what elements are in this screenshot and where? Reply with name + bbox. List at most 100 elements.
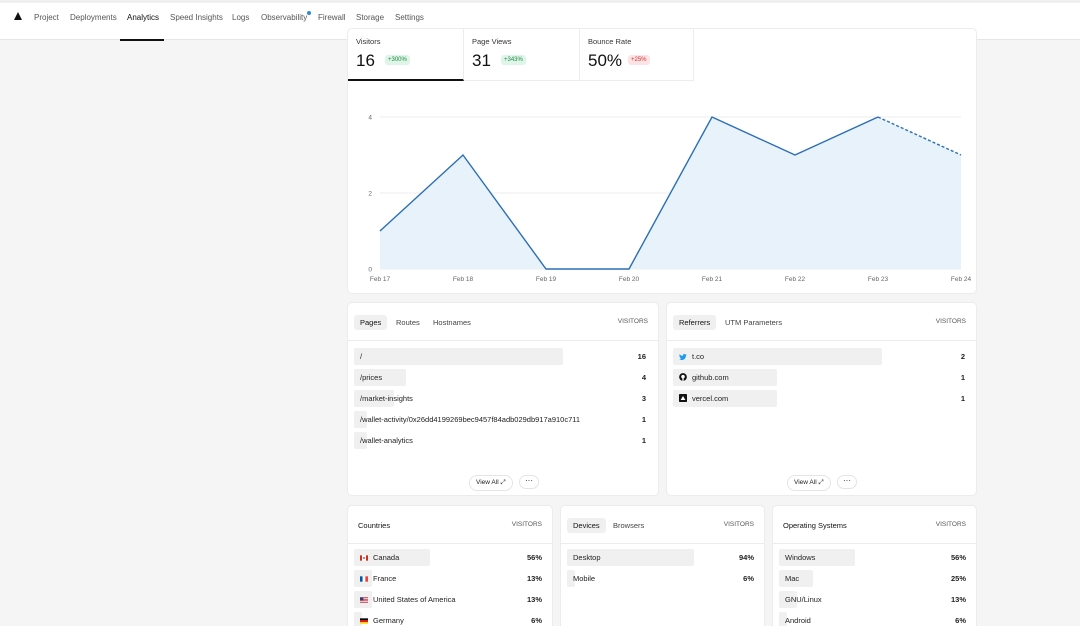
row-bar xyxy=(354,348,563,365)
column-header-visitors: VISITORS xyxy=(935,521,966,528)
row-value: 3 xyxy=(641,394,646,403)
list-item[interactable]: github.com 1 xyxy=(673,369,971,386)
row-value: 25% xyxy=(950,574,966,583)
row-value: 13% xyxy=(950,595,966,604)
row-label: Mac xyxy=(785,574,800,583)
vercel-logo-icon[interactable] xyxy=(14,12,22,20)
tab-routes[interactable]: Routes xyxy=(390,315,426,330)
tab-referrers[interactable]: Referrers xyxy=(673,315,717,330)
new-indicator-dot xyxy=(307,11,311,15)
row-label: / xyxy=(360,352,363,361)
column-header-visitors: VISITORS xyxy=(511,521,542,528)
more-options-button[interactable]: ··· xyxy=(837,475,857,489)
row-label-text: t.co xyxy=(692,352,705,361)
view-all-label: View All xyxy=(794,479,817,486)
list-item[interactable]: Canada 56% xyxy=(354,549,548,566)
x-tick-label: Feb 21 xyxy=(702,276,723,283)
view-all-label: View All xyxy=(476,479,499,486)
list-item[interactable]: Mac 25% xyxy=(779,570,972,587)
list-item[interactable]: / 16 xyxy=(354,348,652,365)
list-item[interactable]: /prices 4 xyxy=(354,369,652,386)
row-label: France xyxy=(360,574,396,583)
stat-value: 31 xyxy=(472,51,491,70)
row-label: /wallet-analytics xyxy=(360,436,413,445)
stat-visitors[interactable]: Visitors 16 +300% xyxy=(348,29,464,81)
row-label: /prices xyxy=(360,373,383,382)
row-value: 56% xyxy=(526,553,542,562)
row-label: Desktop xyxy=(573,553,601,562)
active-tab-indicator xyxy=(120,39,164,41)
list-item[interactable]: /wallet-analytics 1 xyxy=(354,432,652,449)
tab-project[interactable]: Project xyxy=(34,13,59,22)
row-value: 4 xyxy=(641,373,646,382)
stat-change-badge: +300% xyxy=(385,55,410,65)
list-item[interactable]: Germany 6% xyxy=(354,612,548,626)
row-label: Canada xyxy=(360,553,399,562)
tab-logs[interactable]: Logs xyxy=(232,13,249,22)
stat-page-views[interactable]: Page Views 31 +343% xyxy=(464,29,580,81)
tab-deployments[interactable]: Deployments xyxy=(70,13,117,22)
row-value: 6% xyxy=(955,616,966,625)
more-options-button[interactable]: ··· xyxy=(519,475,539,489)
stat-change-badge: +25% xyxy=(628,55,650,65)
list-item[interactable]: vercel.com 1 xyxy=(673,390,971,407)
devices-card-header: Devices Browsers VISITORS xyxy=(561,506,764,544)
operating-systems-card: Operating Systems VISITORS Windows 56% M… xyxy=(772,505,977,626)
list-item[interactable]: Mobile 6% xyxy=(567,570,760,587)
tab-browsers[interactable]: Browsers xyxy=(607,518,650,533)
tab-speed-insights[interactable]: Speed Insights xyxy=(170,13,223,22)
list-item[interactable]: /market-insights 3 xyxy=(354,390,652,407)
tab-firewall[interactable]: Firewall xyxy=(318,13,346,22)
row-label: GNU/Linux xyxy=(785,595,822,604)
analytics-chart-card: Visitors 16 +300% Page Views 31 +343% Bo… xyxy=(347,28,977,294)
row-label: Android xyxy=(785,616,811,625)
x-tick-label: Feb 22 xyxy=(785,276,806,283)
stat-value: 50% xyxy=(588,51,623,70)
referrers-card-header: Referrers UTM Parameters VISITORS xyxy=(667,303,976,341)
tab-observability[interactable]: Observability xyxy=(261,13,307,22)
x-tick-label: Feb 18 xyxy=(453,276,474,283)
column-header-visitors: VISITORS xyxy=(723,521,754,528)
row-value: 6% xyxy=(743,574,754,583)
tab-utm-parameters[interactable]: UTM Parameters xyxy=(719,315,788,330)
tab-hostnames[interactable]: Hostnames xyxy=(427,315,477,330)
row-label-text: vercel.com xyxy=(692,394,729,403)
row-bar xyxy=(673,348,882,365)
list-item[interactable]: /wallet-activity/0x26dd4199269bec9457f84… xyxy=(354,411,652,428)
tab-storage[interactable]: Storage xyxy=(356,13,384,22)
row-label-text: United States of America xyxy=(373,595,456,604)
row-label: United States of America xyxy=(360,595,456,604)
x-tick-label: Feb 17 xyxy=(370,276,391,283)
list-item[interactable]: Windows 56% xyxy=(779,549,972,566)
countries-card: Countries VISITORS Canada 56% France 13%… xyxy=(347,505,553,626)
row-label: /market-insights xyxy=(360,394,413,403)
list-item[interactable]: France 13% xyxy=(354,570,548,587)
france-flag-icon xyxy=(360,576,368,582)
list-item[interactable]: United States of America 13% xyxy=(354,591,548,608)
tab-settings[interactable]: Settings xyxy=(395,13,424,22)
x-tick-label: Feb 24 xyxy=(951,276,972,283)
x-tick-label: Feb 19 xyxy=(536,276,557,283)
tab-devices[interactable]: Devices xyxy=(567,518,606,533)
y-tick-label: 0 xyxy=(368,267,372,274)
list-item[interactable]: t.co 2 xyxy=(673,348,971,365)
row-value: 13% xyxy=(526,574,542,583)
list-item[interactable]: GNU/Linux 13% xyxy=(779,591,972,608)
tab-analytics[interactable]: Analytics xyxy=(127,13,159,22)
list-item[interactable]: Android 6% xyxy=(779,612,972,626)
row-label-text: github.com xyxy=(692,373,729,382)
row-label: Windows xyxy=(785,553,816,562)
view-all-button[interactable]: View All ⤢ xyxy=(787,475,831,491)
row-value: 2 xyxy=(960,352,965,361)
row-label-text: France xyxy=(373,574,397,583)
stat-bounce-rate[interactable]: Bounce Rate 50% +25% xyxy=(580,29,694,81)
usa-flag-icon xyxy=(360,597,368,603)
stat-change-badge: +343% xyxy=(501,55,526,65)
devices-card: Devices Browsers VISITORS Desktop 94% Mo… xyxy=(560,505,765,626)
x-tick-label: Feb 23 xyxy=(868,276,889,283)
os-title: Operating Systems xyxy=(783,521,847,530)
pages-card-header: Pages Routes Hostnames VISITORS xyxy=(348,303,658,341)
list-item[interactable]: Desktop 94% xyxy=(567,549,760,566)
view-all-button[interactable]: View All ⤢ xyxy=(469,475,513,491)
tab-pages[interactable]: Pages xyxy=(354,315,388,330)
